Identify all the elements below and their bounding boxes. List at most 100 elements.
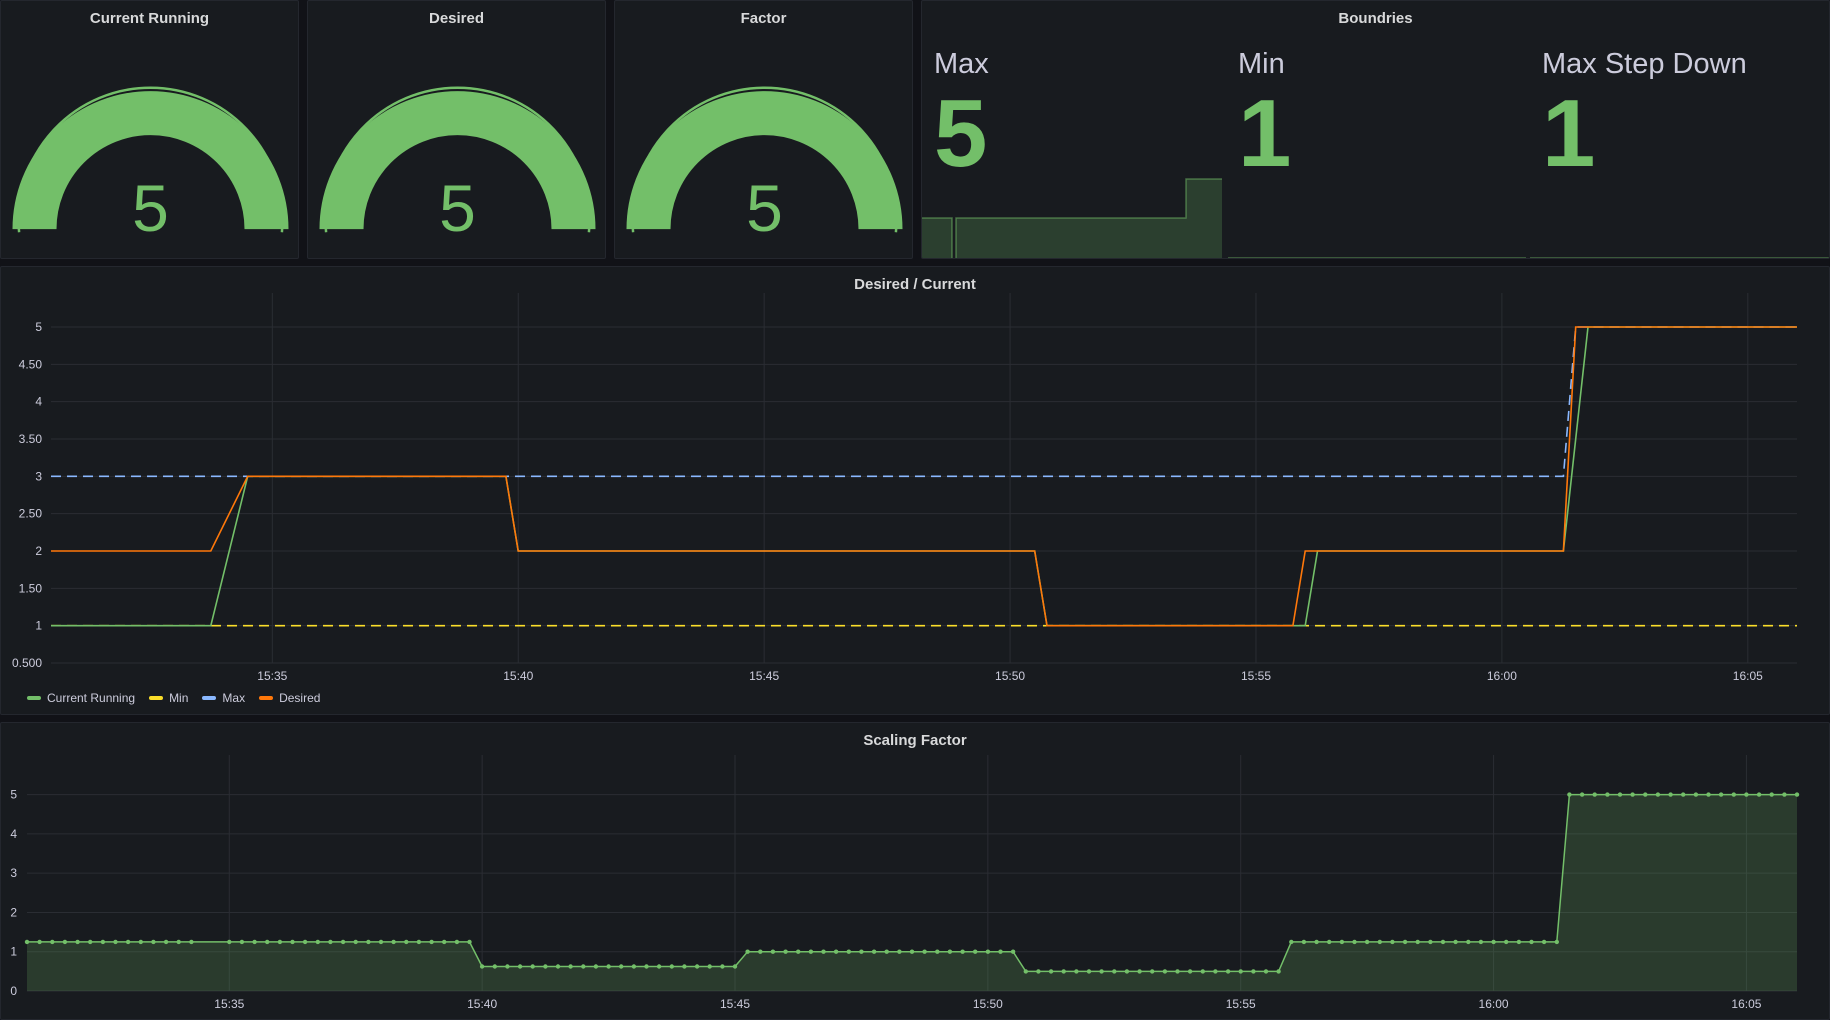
stat-value-max: 5 [934, 80, 987, 187]
gauge-panel-factor[interactable]: Factor 5 [614, 0, 913, 259]
scaling-factor-point [75, 939, 80, 945]
scaling-factor-point [1377, 939, 1383, 945]
scaling-factor-point [1592, 792, 1597, 797]
gauge-panel-current-running[interactable]: Current Running 5 [0, 0, 299, 259]
scaling-factor-point [606, 964, 611, 969]
scaling-factor-point [100, 939, 106, 945]
scaling-factor-point [770, 949, 776, 954]
scaling-factor-point [758, 949, 763, 954]
scaling-factor-point [1466, 939, 1471, 945]
scaling-factor-point [859, 949, 864, 954]
scaling-factor-point [1390, 939, 1395, 945]
scaling-factor-point [1061, 969, 1066, 974]
x-tick-label: 16:00 [1487, 669, 1517, 683]
gauge: 5 [319, 86, 596, 245]
legend-item-current-running[interactable]: Current Running [27, 691, 135, 705]
legend-item-min[interactable]: Min [149, 691, 188, 705]
scaling-factor-point [985, 949, 991, 954]
x-tick-label: 15:40 [503, 669, 533, 683]
x-tick-label: 16:05 [1731, 997, 1761, 1011]
boundries-panel[interactable]: Boundries Max 5 Min 1 Max Step Down 1 [921, 0, 1830, 259]
scaling-factor-point [871, 949, 877, 954]
legend-swatch [259, 696, 274, 700]
scaling-factor-point [1251, 969, 1256, 974]
scaling-factor-point [669, 964, 674, 969]
x-tick-label: 15:45 [720, 997, 750, 1011]
desired-current-chart: 5 4.50 4 3.50 3 2.50 2 1.50 1 0.500 15:35 15:40 15:4… [12, 293, 1797, 683]
scaling-factor-point [1289, 939, 1294, 945]
scaling-factor-point [302, 939, 308, 945]
scaling-factor-point [1402, 939, 1408, 945]
scaling-factor-panel[interactable]: Scaling Factor 5 4 3 2 1 0 15:35 15:40 15:45 15:5… [0, 722, 1830, 1020]
desired-current-panel[interactable]: Desired / Current 5 4.50 4 3.50 3 2.50 2 1.50 1 0… [0, 266, 1830, 715]
scaling-factor-point [1086, 969, 1092, 974]
scaling-factor-point [454, 939, 460, 945]
scaling-factor-point [1036, 969, 1041, 974]
scaling-factor-point [1175, 969, 1180, 974]
x-tick-label: 16:00 [1479, 997, 1509, 1011]
y-tick-label: 1 [35, 619, 42, 633]
scaling-factor-point [644, 964, 649, 969]
scaling-factor-point [947, 949, 953, 954]
scaling-factor-point [783, 949, 788, 954]
x-tick-label: 15:55 [1226, 997, 1256, 1011]
y-tick-label: 0.500 [12, 656, 42, 670]
scaling-factor-point [1541, 939, 1547, 945]
y-tick-label: 2.50 [19, 507, 43, 521]
scaling-factor-point [1630, 792, 1635, 797]
scaling-factor-point [707, 964, 712, 969]
legend-label: Max [222, 691, 246, 705]
x-tick-label: 15:50 [973, 997, 1003, 1011]
y-tick-label: 4 [35, 395, 42, 409]
stat-value-min: 1 [1238, 80, 1291, 187]
scaling-factor-point [1769, 792, 1774, 797]
max-sparkline [922, 179, 1222, 258]
scaling-factor-point [1491, 939, 1496, 945]
scaling-factor-point [1162, 969, 1168, 974]
scaling-factor-point [555, 964, 561, 969]
boundries-stats: Max 5 Min 1 Max Step Down 1 [922, 48, 1829, 258]
scaling-factor-point [909, 949, 915, 954]
scaling-factor-point [1440, 939, 1446, 945]
scaling-factor-point [1314, 939, 1319, 945]
scaling-factor-point [1681, 792, 1686, 797]
scaling-factor-point [1263, 969, 1269, 974]
gauge-value: 5 [132, 171, 169, 245]
legend-swatch [149, 696, 164, 700]
scaling-factor-point [239, 939, 245, 945]
scaling-factor-point [1225, 969, 1231, 974]
scaling-factor-point [1756, 792, 1762, 797]
scaling-factor-point [1010, 949, 1016, 954]
scaling-factor-point [1453, 939, 1458, 945]
scaling-factor-point [1327, 939, 1332, 945]
scaling-factor-point [227, 939, 232, 945]
scaling-factor-point [1655, 792, 1661, 797]
scaling-factor-point [694, 964, 700, 969]
scaling-factor-point [1415, 939, 1420, 945]
legend-swatch [27, 696, 41, 700]
scaling-factor-point [176, 939, 181, 945]
scaling-factor-point [1504, 939, 1509, 945]
gauge-panel-desired[interactable]: Desired 5 [307, 0, 606, 259]
scaling-factor-point [1731, 792, 1737, 797]
scaling-factor-chart: 5 4 3 2 1 0 15:35 15:40 15:45 15:50 15:55 16:00 16:0… [10, 755, 1800, 1011]
scaling-factor-point [543, 964, 548, 969]
legend-item-desired[interactable]: Desired [259, 691, 320, 705]
scaling-factor-point [619, 964, 624, 969]
gauge-value: 5 [746, 171, 783, 245]
legend-item-max[interactable]: Max [202, 691, 245, 705]
scaling-factor-point [189, 939, 194, 945]
scaling-factor-point [1352, 939, 1357, 945]
scaling-factor-point [720, 964, 725, 969]
legend-label: Min [169, 691, 189, 705]
scaling-factor-point [1744, 792, 1749, 797]
scaling-factor-point [833, 949, 839, 954]
y-tick-label: 3 [10, 866, 17, 880]
scaling-factor-point [1529, 939, 1534, 945]
scaling-factor-point [517, 964, 523, 969]
scaling-factor-point [1364, 939, 1370, 945]
y-tick-label: 5 [10, 788, 17, 802]
gauge-value: 5 [439, 171, 476, 245]
y-tick-label: 4 [10, 827, 17, 841]
scaling-factor-point [1428, 939, 1433, 945]
